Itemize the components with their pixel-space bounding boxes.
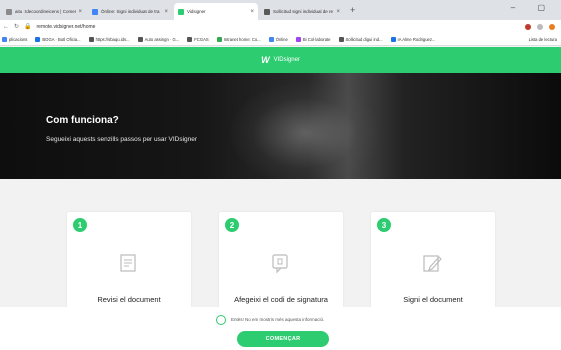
step-card: 1 Revisi el document	[67, 212, 191, 312]
bookmark-icon	[216, 36, 222, 42]
bookmark-icon	[35, 36, 41, 42]
hero-title: Com funciona?	[46, 115, 119, 126]
bookmark-label: Sollicitud digui ind...	[345, 36, 383, 42]
browser-tab[interactable]: Sollicitud signi individual de re ×	[260, 3, 344, 20]
checkbox-label: Entès! No em mostris més aquesta informa…	[231, 317, 325, 322]
step-number: 3	[377, 218, 391, 232]
bookmark-item[interactable]: Ònline	[268, 36, 288, 42]
tab-favicon	[178, 8, 184, 15]
extensions	[525, 23, 555, 30]
address-bar: ← ↻ 🔒 remote.vidsigner.net/home	[0, 20, 561, 33]
bookmark-label: Auto assingn · G...	[144, 36, 180, 42]
tab-favicon	[92, 8, 98, 15]
browser-window: aitu :rdecoordineicens | Comer × Ònline:…	[0, 0, 561, 350]
browser-tab[interactable]: aitu :rdecoordineicens | Comer ×	[2, 3, 86, 20]
app-header: W VIDsigner	[0, 47, 561, 73]
step-card: 2 Afegeixi el codi de signatura	[219, 212, 343, 312]
bookmarks-bar: plicacions BOGA · Butl Oficia... https:/…	[0, 33, 561, 46]
new-tab-button[interactable]: +	[346, 5, 359, 15]
tab-title: Sollicitud signi individual de re	[273, 9, 334, 14]
bookmark-item[interactable]: FCGAS	[187, 36, 209, 42]
star-icon[interactable]	[537, 23, 543, 30]
bookmark-icon	[88, 36, 94, 42]
vidsigner-logo-icon: W	[261, 55, 270, 65]
app-logo-text: VIDsigner	[273, 57, 300, 63]
close-icon[interactable]: ×	[336, 9, 340, 15]
tab-title: Ònline: Signi individuat de tra	[101, 9, 160, 14]
bookmark-icon	[295, 36, 301, 42]
bookmark-icon	[2, 36, 7, 42]
lock-icon: 🔒	[24, 24, 32, 30]
close-icon[interactable]: ×	[250, 9, 254, 15]
footer-bar: Entès! No em mostris més aquesta informa…	[0, 307, 561, 350]
pen-edit-icon	[423, 255, 442, 272]
bookmark-icon	[187, 36, 193, 42]
hero-image	[230, 83, 380, 179]
bookmark-item[interactable]: IA Alme Rodriguez...	[390, 36, 436, 42]
tab-favicon	[6, 8, 12, 15]
close-icon[interactable]: ×	[164, 9, 168, 15]
browser-tab-active[interactable]: Vidsigner ×	[174, 3, 258, 20]
step-label: Afegeixi el codi de signatura	[234, 295, 328, 304]
bookmark-label: https://sbaqu.ids...	[95, 36, 130, 42]
hero-banner: Com funciona? Segueixi aquests senzills …	[0, 73, 561, 179]
start-button[interactable]: COMENÇAR	[237, 331, 329, 347]
bookmark-label: Ònline	[275, 36, 288, 42]
tab-title: aitu :rdecoordineicens | Comer	[15, 9, 77, 14]
sms-code-icon	[272, 254, 288, 274]
hero-subtitle: Segueixi aquests senzills passos per usa…	[46, 136, 198, 143]
extension-icon[interactable]	[525, 23, 531, 30]
bookmark-item[interactable]: https://sbaqu.ids...	[88, 36, 130, 42]
bookmark-icon	[137, 36, 143, 42]
browser-tab[interactable]: Ònline: Signi individuat de tra ×	[88, 3, 172, 20]
bookmark-label: IA Alme Rodriguez...	[397, 36, 436, 42]
bookmark-item[interactable]: plicacions	[2, 36, 28, 42]
step-label: Revisi el document	[97, 295, 161, 304]
reading-list[interactable]: Lista de lectura	[529, 37, 557, 42]
url-field[interactable]: remote.vidsigner.net/home	[37, 24, 525, 30]
step-label: Signi el document	[403, 295, 463, 304]
reload-icon[interactable]: ↻	[14, 23, 19, 30]
bookmark-item[interactable]: Intranet home: Co...	[216, 36, 261, 42]
bookmark-item[interactable]: Sollicitud digui ind...	[338, 36, 383, 42]
close-icon[interactable]: ×	[78, 9, 82, 15]
window-controls[interactable]: – ▢	[511, 3, 555, 12]
bookmark-label: plicacions	[9, 36, 28, 42]
bookmark-item[interactable]: Auto assingn · G...	[137, 36, 180, 42]
profile-icon[interactable]	[549, 23, 555, 30]
bookmark-label: BOGA · Butl Oficia...	[42, 36, 81, 42]
step-card: 3 Signi el document	[371, 212, 495, 312]
bookmark-icon	[338, 36, 344, 42]
dont-show-again-checkbox[interactable]	[216, 315, 226, 325]
step-number: 1	[73, 218, 87, 232]
page-content: W VIDsigner Com funciona? Segueixi aques…	[0, 47, 561, 350]
bookmark-icon	[268, 36, 274, 42]
tab-favicon	[264, 8, 270, 15]
tab-title: Vidsigner	[187, 9, 206, 14]
bookmark-item[interactable]: BOGA · Butl Oficia...	[35, 36, 81, 42]
tab-strip: aitu :rdecoordineicens | Comer × Ònline:…	[0, 0, 561, 20]
bookmark-label: Intranet home: Co...	[223, 36, 261, 42]
bookmark-item[interactable]: Bi Col·laborate	[295, 36, 331, 42]
bookmark-icon	[390, 36, 396, 42]
bookmark-label: FCGAS	[194, 36, 209, 42]
back-icon[interactable]: ←	[3, 24, 9, 30]
step-number: 2	[225, 218, 239, 232]
document-icon	[120, 254, 136, 272]
bookmark-label: Bi Col·laborate	[302, 36, 331, 42]
